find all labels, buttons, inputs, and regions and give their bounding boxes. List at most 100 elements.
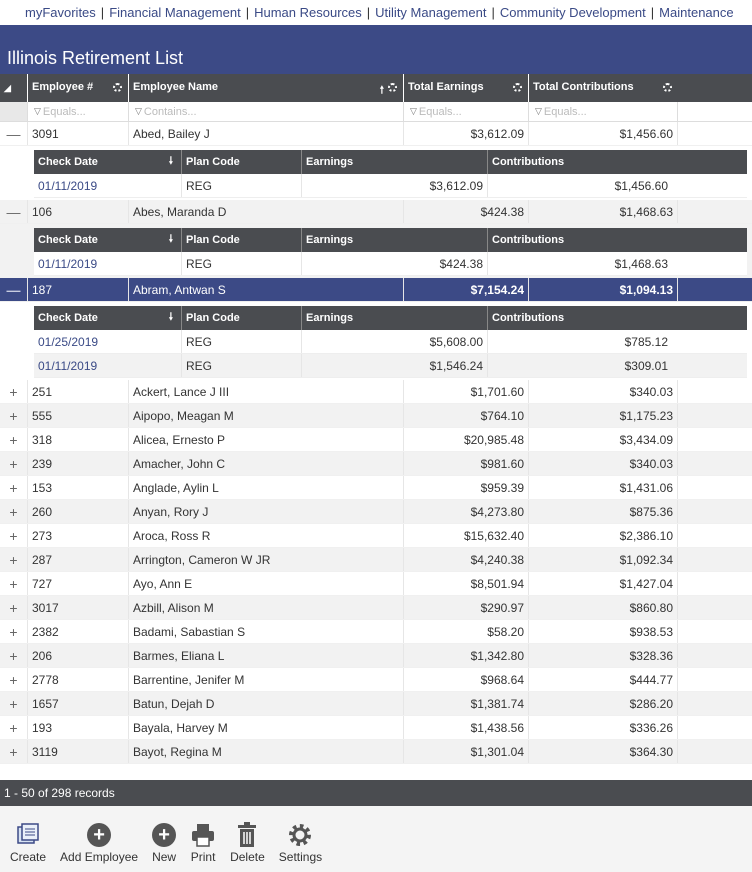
cell-employee-num: 239 <box>28 452 129 475</box>
detail-check-date[interactable]: 01/11/2019 <box>34 252 182 275</box>
detail-check-date[interactable]: 01/11/2019 <box>34 354 182 377</box>
cell-employee-num: 727 <box>28 572 129 595</box>
table-row[interactable]: +287 Arrington, Cameron W JR $4,240.38 $1,0… <box>0 548 752 572</box>
filter-total-contributions[interactable]: ▽ Equals... <box>529 102 678 121</box>
gear-icon[interactable] <box>113 83 122 92</box>
nav-human-resources[interactable]: Human Resources <box>254 5 362 20</box>
table-row[interactable]: +206 Barmes, Eliana L $1,342.80 $328.36 <box>0 644 752 668</box>
table-row[interactable]: +153 Anglade, Aylin L $959.39 $1,431.06 <box>0 476 752 500</box>
add-employee-button[interactable]: + Add Employee <box>60 806 138 872</box>
expand-icon[interactable]: + <box>0 548 28 571</box>
sort-descending-icon[interactable]: 🠗 <box>169 310 173 327</box>
table-row-selected[interactable]: — 187 Abram, Antwan S $7,154.24 $1,094.1… <box>0 278 752 302</box>
expand-icon[interactable]: + <box>0 524 28 547</box>
expand-icon[interactable]: + <box>0 692 28 715</box>
nav-utility-management[interactable]: Utility Management <box>375 5 486 20</box>
cell-total-contributions: $340.03 <box>529 380 678 403</box>
detail-column-check-date[interactable]: Check Date 🠗 <box>34 150 182 174</box>
table-row[interactable]: +260 Anyan, Rory J $4,273.80 $875.36 <box>0 500 752 524</box>
detail-column-check-date[interactable]: Check Date 🠗 <box>34 306 182 330</box>
detail-column-plan-code[interactable]: Plan Code <box>182 150 302 174</box>
detail-column-contributions[interactable]: Contributions <box>488 306 672 330</box>
collapse-icon[interactable]: — <box>0 122 28 145</box>
collapse-icon[interactable]: — <box>0 200 28 223</box>
table-row[interactable]: +3119 Bayot, Regina M $1,301.04 $364.30 <box>0 740 752 764</box>
detail-row[interactable]: 01/11/2019 REG $424.38 $1,468.63 <box>34 252 747 276</box>
detail-check-date[interactable]: 01/11/2019 <box>34 174 182 197</box>
gear-icon[interactable] <box>388 83 397 92</box>
expand-icon[interactable]: + <box>0 740 28 763</box>
filter-icon: ▽ <box>34 106 41 116</box>
detail-row[interactable]: 01/11/2019 REG $3,612.09 $1,456.60 <box>34 174 747 198</box>
expand-icon[interactable]: + <box>0 404 28 427</box>
detail-column-plan-code[interactable]: Plan Code <box>182 306 302 330</box>
expand-icon[interactable]: + <box>0 380 28 403</box>
expand-all-toggle[interactable]: ◢ <box>0 74 28 102</box>
filter-employee-name[interactable]: ▽ Contains... <box>129 102 404 121</box>
table-row[interactable]: — 3091 Abed, Bailey J $3,612.09 $1,456.6… <box>0 122 752 146</box>
table-row[interactable]: +318 Alicea, Ernesto P $20,985.48 $3,434.09 <box>0 428 752 452</box>
table-row[interactable]: +273 Aroca, Ross R $15,632.40 $2,386.10 <box>0 524 752 548</box>
nav-community-development[interactable]: Community Development <box>500 5 646 20</box>
table-row[interactable]: +193 Bayala, Harvey M $1,438.56 $336.26 <box>0 716 752 740</box>
expand-icon[interactable]: + <box>0 572 28 595</box>
expand-icon[interactable]: + <box>0 620 28 643</box>
expand-icon[interactable]: + <box>0 500 28 523</box>
detail-row[interactable]: 01/11/2019 REG $1,546.24 $309.01 <box>34 354 747 378</box>
delete-button[interactable]: Delete <box>230 806 265 872</box>
nav-my-favorites[interactable]: myFavorites <box>25 5 96 20</box>
expand-icon[interactable]: + <box>0 476 28 499</box>
detail-column-earnings[interactable]: Earnings <box>302 150 488 174</box>
cell-total-contributions: $938.53 <box>529 620 678 643</box>
detail-column-contributions[interactable]: Contributions <box>488 150 672 174</box>
column-label: Total Earnings <box>408 81 484 93</box>
table-row[interactable]: +2778 Barrentine, Jenifer M $968.64 $444.77 <box>0 668 752 692</box>
detail-plan-code: REG <box>182 174 302 197</box>
column-employee-name[interactable]: Employee Name 🠕 <box>129 74 404 102</box>
table-row[interactable]: +1657 Batun, Dejah D $1,381.74 $286.20 <box>0 692 752 716</box>
cell-total-contributions: $444.77 <box>529 668 678 691</box>
new-button[interactable]: + New <box>152 806 176 872</box>
collapse-icon[interactable]: — <box>0 278 28 301</box>
sort-ascending-icon[interactable]: 🠕 <box>380 83 384 100</box>
sort-descending-icon[interactable]: 🠗 <box>169 232 173 249</box>
sort-descending-icon[interactable]: 🠗 <box>169 154 173 171</box>
table-row[interactable]: +555 Aipopo, Meagan M $764.10 $1,175.23 <box>0 404 752 428</box>
detail-column-check-date[interactable]: Check Date 🠗 <box>34 228 182 252</box>
nav-financial-management[interactable]: Financial Management <box>109 5 241 20</box>
detail-column-plan-code[interactable]: Plan Code <box>182 228 302 252</box>
cell-employee-name: Arrington, Cameron W JR <box>129 548 404 571</box>
create-button[interactable]: Create <box>10 806 46 872</box>
cell-total-contributions: $860.80 <box>529 596 678 619</box>
cell-total-contributions: $1,175.23 <box>529 404 678 427</box>
column-total-earnings[interactable]: Total Earnings <box>404 74 529 102</box>
expand-icon[interactable]: + <box>0 716 28 739</box>
detail-column-earnings[interactable]: Earnings <box>302 228 488 252</box>
detail-check-date[interactable]: 01/25/2019 <box>34 330 182 353</box>
filter-employee-num[interactable]: ▽ Equals... <box>28 102 129 121</box>
filter-total-earnings[interactable]: ▽ Equals... <box>404 102 529 121</box>
detail-column-contributions[interactable]: Contributions <box>488 228 672 252</box>
cell-total-contributions: $2,386.10 <box>529 524 678 547</box>
table-row[interactable]: — 106 Abes, Maranda D $424.38 $1,468.63 <box>0 200 752 224</box>
expand-icon[interactable]: + <box>0 668 28 691</box>
table-row[interactable]: +727 Ayo, Ann E $8,501.94 $1,427.04 <box>0 572 752 596</box>
gear-icon[interactable] <box>513 83 522 92</box>
table-row[interactable]: +251 Ackert, Lance J III $1,701.60 $340.03 <box>0 380 752 404</box>
column-employee-num[interactable]: Employee # <box>28 74 129 102</box>
table-row[interactable]: +2382 Badami, Sabastian S $58.20 $938.53 <box>0 620 752 644</box>
expand-icon[interactable]: + <box>0 428 28 451</box>
gear-icon[interactable] <box>663 83 672 92</box>
detail-row[interactable]: 01/25/2019 REG $5,608.00 $785.12 <box>34 330 747 354</box>
table-row[interactable]: +3017 Azbill, Alison M $290.97 $860.80 <box>0 596 752 620</box>
settings-button[interactable]: Settings <box>279 806 322 872</box>
table-row[interactable]: +239 Amacher, John C $981.60 $340.03 <box>0 452 752 476</box>
expand-icon[interactable]: + <box>0 452 28 475</box>
top-navigation: myFavorites | Financial Management | Human… <box>0 0 752 25</box>
column-total-contributions[interactable]: Total Contributions <box>529 74 678 102</box>
nav-maintenance[interactable]: Maintenance <box>659 5 733 20</box>
expand-icon[interactable]: + <box>0 644 28 667</box>
expand-icon[interactable]: + <box>0 596 28 619</box>
detail-column-earnings[interactable]: Earnings <box>302 306 488 330</box>
print-button[interactable]: Print <box>190 806 216 872</box>
